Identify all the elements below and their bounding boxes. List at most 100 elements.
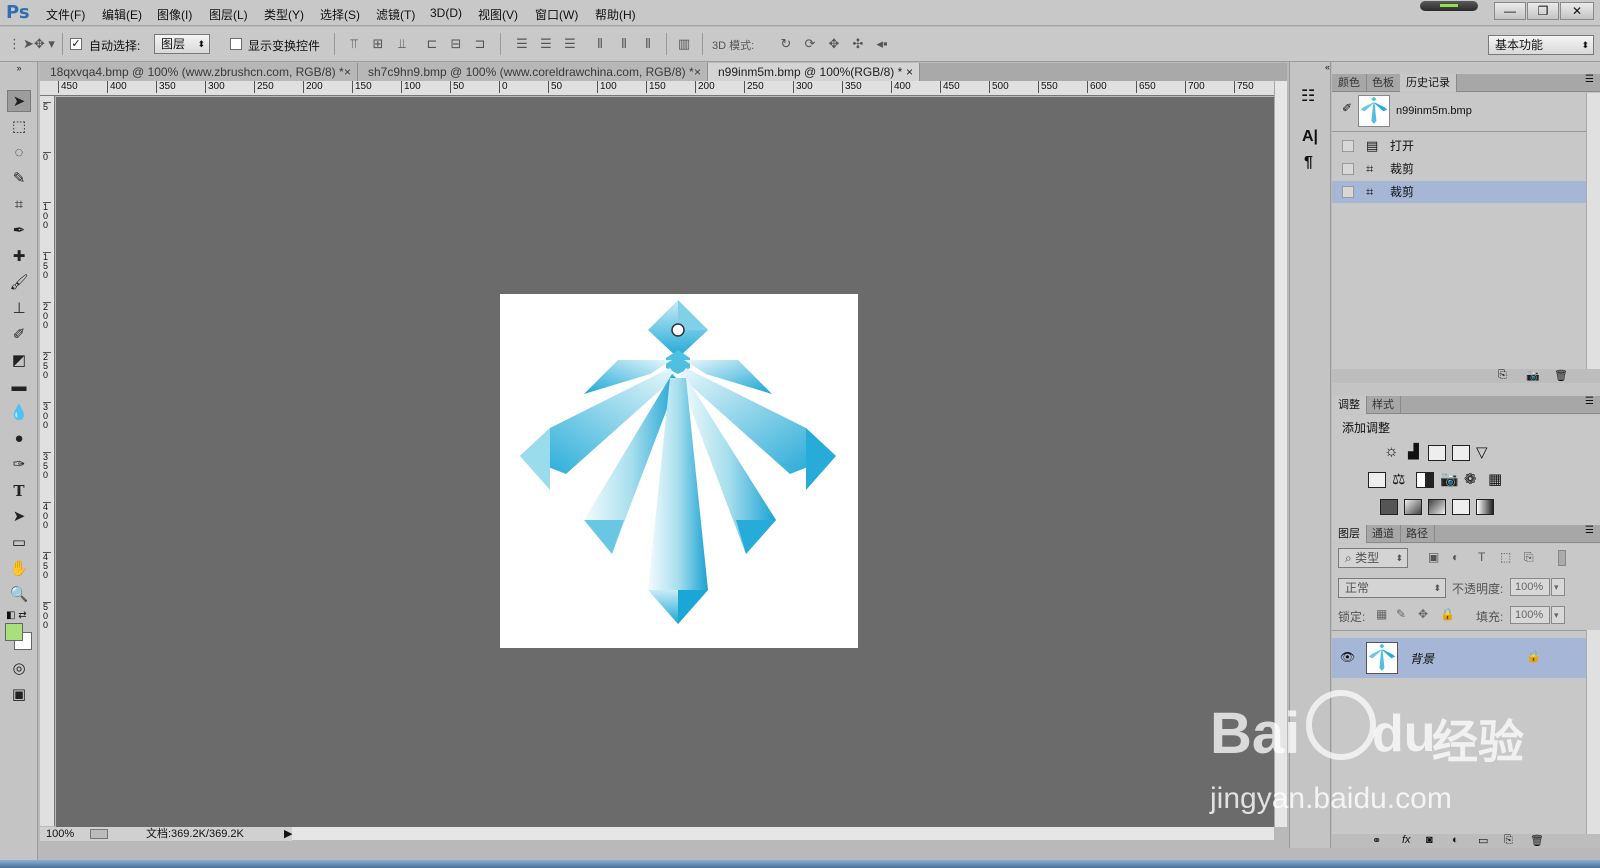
brush-tool-icon[interactable]: 🖌 [7, 272, 31, 294]
pen-tool-icon[interactable]: ✑ [7, 454, 31, 476]
zoom-tool-icon[interactable]: 🔍 [7, 584, 31, 606]
quick-selection-tool-icon[interactable]: ✎ [7, 168, 31, 190]
link-layers-icon[interactable]: ⚭ [1372, 834, 1381, 847]
menu-select[interactable]: 选择(S) [320, 6, 360, 23]
tab-close-icon[interactable]: × [344, 63, 351, 81]
fill-dropdown-icon[interactable]: ▾ [1551, 606, 1565, 624]
opacity-input[interactable]: 100% [1510, 578, 1550, 596]
menu-filter[interactable]: 滤镜(T) [376, 6, 415, 23]
threshold-icon[interactable] [1428, 499, 1446, 515]
invert-icon[interactable] [1380, 499, 1398, 515]
3d-roll-icon[interactable]: ⟳ [802, 36, 818, 52]
new-document-from-state-icon[interactable]: ⎘ [1498, 369, 1507, 382]
tab-channels[interactable]: 通道 [1366, 525, 1401, 543]
layer-row-background[interactable]: 👁 背景 🔒 [1332, 638, 1586, 678]
move-tool-preset-icon[interactable]: ➤✥ ▾ [22, 36, 56, 52]
healing-brush-tool-icon[interactable]: ✚ [7, 246, 31, 268]
new-group-icon[interactable]: ▭ [1478, 834, 1488, 847]
lock-position-icon[interactable]: ✥ [1418, 607, 1428, 621]
menu-layer[interactable]: 图层(L) [209, 6, 248, 23]
properties-panel-icon[interactable]: ☷ [1301, 86, 1315, 106]
foreground-color-swatch[interactable] [5, 623, 23, 641]
menu-help[interactable]: 帮助(H) [595, 6, 636, 23]
auto-select-checkbox[interactable]: ✓ [70, 38, 82, 50]
filter-toggle[interactable] [1558, 550, 1566, 566]
blur-tool-icon[interactable]: 💧 [7, 402, 31, 424]
marquee-tool-icon[interactable]: ⬚ [7, 116, 31, 138]
3d-pan-icon[interactable]: ✥ [826, 36, 842, 52]
quick-mask-icon[interactable]: ◎ [7, 658, 31, 680]
collapse-toolbar-icon[interactable]: » [7, 64, 31, 73]
distribute-right-icon[interactable]: ⫴ [640, 36, 656, 52]
auto-select-target-select[interactable]: 图层 ⬍ [154, 34, 210, 54]
dock-collapse-icon[interactable]: « [1292, 62, 1330, 72]
show-transform-checkbox[interactable] [230, 38, 242, 50]
tab-close-icon[interactable]: × [906, 63, 913, 81]
crop-tool-icon[interactable]: ⌗ [7, 194, 31, 216]
document-canvas[interactable] [500, 294, 858, 648]
align-right-icon[interactable]: ⊐ [472, 36, 488, 52]
type-tool-icon[interactable]: T [7, 480, 31, 502]
3d-rotate-icon[interactable]: ↻ [778, 36, 794, 52]
tab-history[interactable]: 历史记录 [1400, 74, 1457, 92]
lasso-tool-icon[interactable]: ◌ [7, 142, 31, 164]
gradient-tool-icon[interactable]: ▬ [7, 376, 31, 398]
tab-paths[interactable]: 路径 [1400, 525, 1435, 543]
tab-n99inm5m[interactable]: n99inm5m.bmp @ 100%(RGB/8) * × [708, 63, 920, 81]
distribute-hcenter-icon[interactable]: ⫴ [616, 36, 632, 52]
align-top-icon[interactable]: ⫪ [346, 36, 362, 52]
clone-stamp-tool-icon[interactable]: ⊥ [7, 298, 31, 320]
distribute-left-icon[interactable]: ⫴ [592, 36, 608, 52]
auto-align-icon[interactable]: ▥ [676, 36, 692, 52]
opacity-dropdown-icon[interactable]: ▾ [1551, 578, 1565, 596]
3d-slide-icon[interactable]: ✣ [850, 36, 866, 52]
status-menu-arrow-icon[interactable]: ▶ [284, 827, 292, 841]
filter-pixel-icon[interactable]: ▣ [1428, 550, 1439, 564]
tab-layers[interactable]: 图层 [1332, 525, 1367, 543]
path-selection-tool-icon[interactable]: ➤ [7, 506, 31, 528]
vibrance-icon[interactable]: ▽ [1476, 443, 1488, 461]
menu-view[interactable]: 视图(V) [478, 6, 518, 23]
curves-icon[interactable] [1428, 445, 1446, 461]
move-tool-icon[interactable]: ➤ [7, 90, 31, 112]
panel-menu-icon[interactable]: ☰ [1585, 74, 1594, 85]
layers-scrollbar[interactable] [1586, 630, 1600, 834]
new-layer-icon[interactable]: ⎘ [1504, 834, 1513, 847]
workspace-select[interactable]: 基本功能 ⬍ [1488, 35, 1594, 55]
history-item[interactable]: ⌗ 裁剪 [1332, 158, 1586, 180]
exposure-icon[interactable] [1452, 445, 1470, 461]
default-colors-icon[interactable]: ◧ ⇄ [6, 610, 27, 621]
history-scrollbar[interactable] [1586, 93, 1600, 369]
align-vcenter-icon[interactable]: ⊞ [370, 36, 386, 52]
vertical-scrollbar[interactable] [1274, 81, 1287, 827]
eyedropper-tool-icon[interactable]: ✒ [7, 220, 31, 242]
channel-mixer-icon[interactable]: ❁ [1464, 470, 1477, 488]
color-lookup-icon[interactable]: ▦ [1488, 470, 1502, 488]
trash-icon[interactable]: 🗑 [1554, 369, 1568, 382]
history-checkbox[interactable] [1342, 163, 1354, 175]
distribute-bottom-icon[interactable]: ☰ [562, 36, 578, 52]
tab-color[interactable]: 颜色 [1332, 74, 1367, 92]
fill-input[interactable]: 100% [1510, 606, 1550, 624]
history-item[interactable]: ▤ 打开 [1332, 135, 1586, 157]
history-item-selected[interactable]: ⌗ 裁剪 [1332, 181, 1586, 203]
menu-image[interactable]: 图像(I) [157, 6, 192, 23]
filter-shape-icon[interactable]: ⬚ [1500, 550, 1511, 564]
horizontal-scrollbar[interactable] [292, 827, 1274, 840]
filter-smart-object-icon[interactable]: ⎘ [1524, 550, 1534, 565]
align-hcenter-icon[interactable]: ⊟ [448, 36, 464, 52]
layer-filter-select[interactable]: ⌕ 类型 ⬍ [1338, 548, 1408, 568]
tab-styles[interactable]: 样式 [1366, 396, 1401, 414]
history-brush-tool-icon[interactable]: ✐ [7, 324, 31, 346]
layer-style-fx-icon[interactable]: fx [1402, 834, 1411, 846]
history-checkbox[interactable] [1342, 140, 1354, 152]
rectangle-tool-icon[interactable]: ▭ [7, 532, 31, 554]
gradient-map-icon[interactable] [1452, 499, 1470, 515]
hand-tool-icon[interactable]: ✋ [7, 558, 31, 580]
close-button[interactable]: ✕ [1560, 2, 1594, 20]
menu-file[interactable]: 文件(F) [46, 6, 85, 23]
character-panel-icon[interactable]: A| [1302, 128, 1318, 146]
align-left-icon[interactable]: ⊏ [424, 36, 440, 52]
selective-color-icon[interactable] [1476, 499, 1494, 515]
align-bottom-icon[interactable]: ⫫ [394, 36, 410, 52]
